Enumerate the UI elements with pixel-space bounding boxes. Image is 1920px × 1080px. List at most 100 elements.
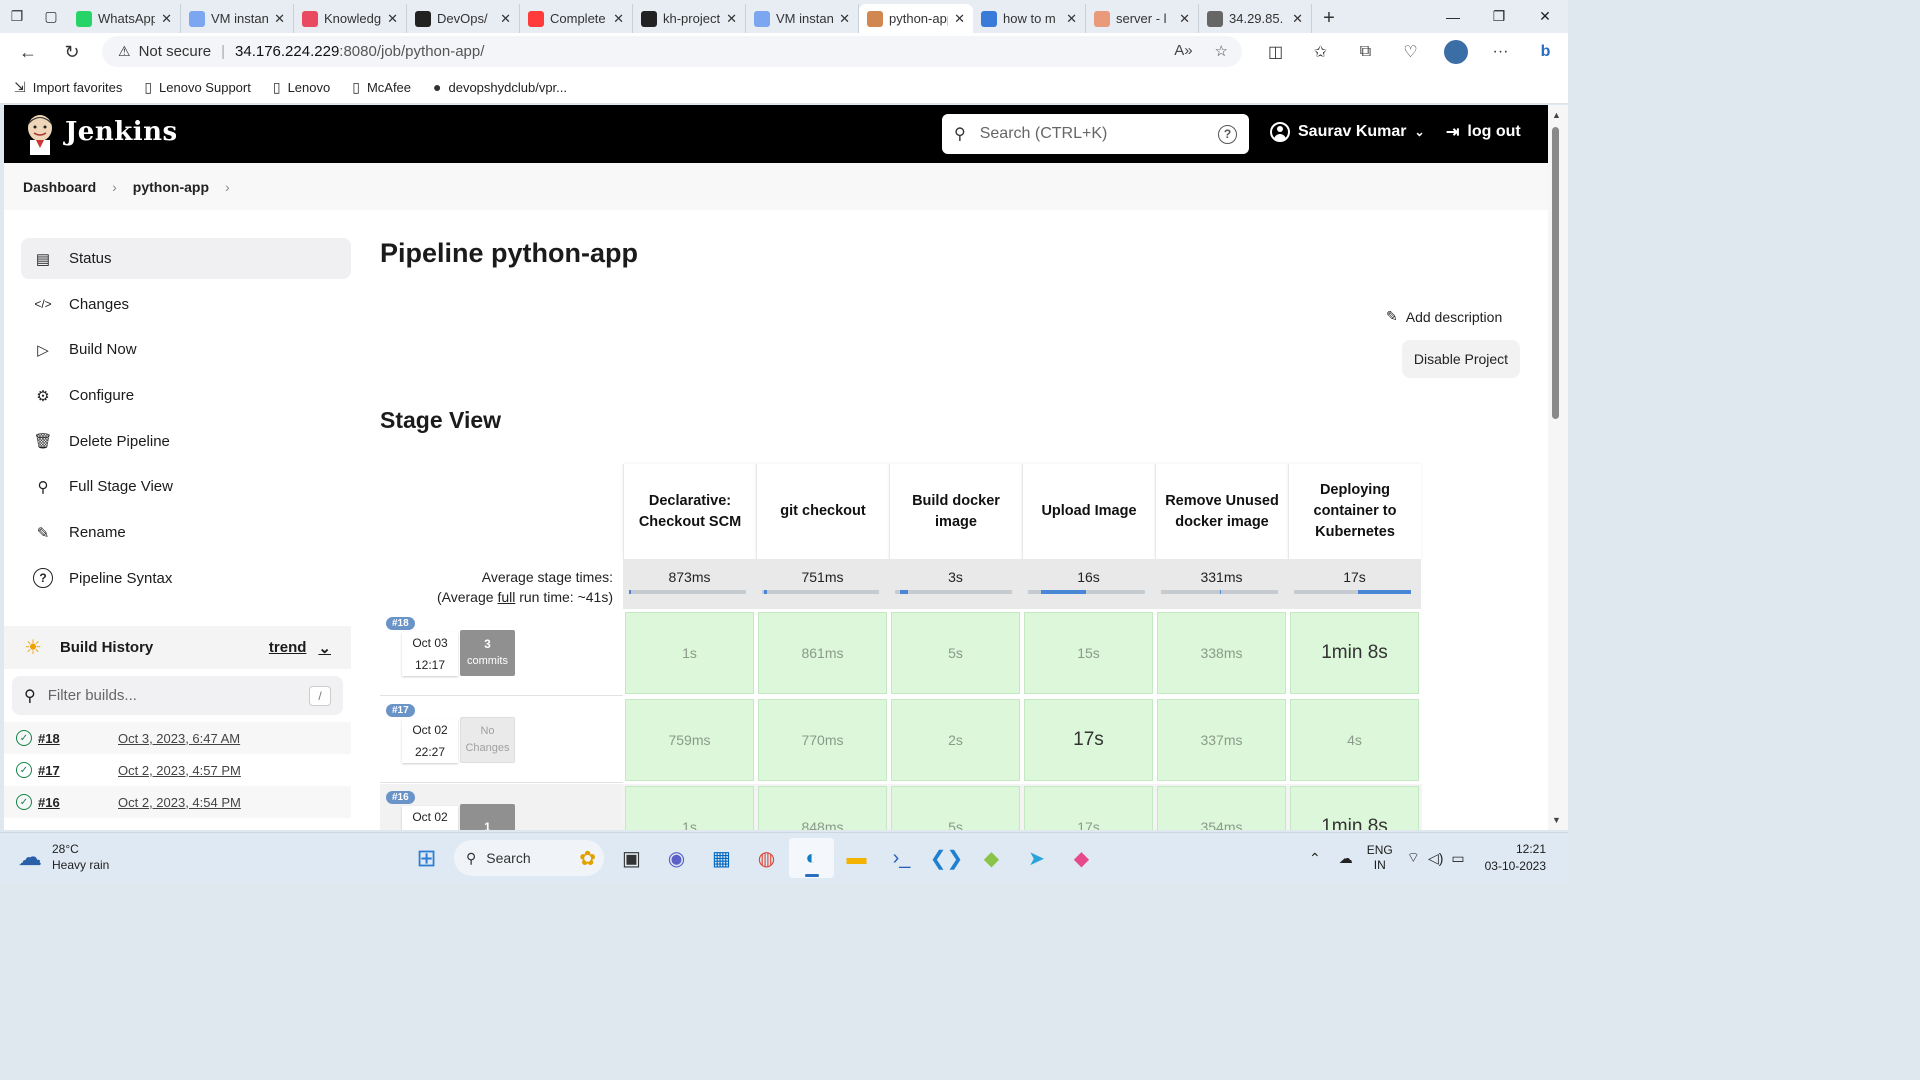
favorite-star-icon[interactable]: ☆: [1215, 42, 1228, 60]
user-menu[interactable]: Saurav Kumar ⌄: [1270, 122, 1425, 142]
more-menu-icon[interactable]: ···: [1478, 43, 1523, 61]
close-tab-icon[interactable]: ✕: [1179, 11, 1190, 27]
filter-builds-box[interactable]: ⚲ /: [12, 676, 343, 715]
back-button[interactable]: ←: [6, 33, 50, 71]
browser-tab[interactable]: how to m ✕: [973, 4, 1086, 33]
bookmark-lenovo-support[interactable]: ▯ Lenovo Support: [144, 79, 251, 96]
copilot-icon[interactable]: b: [1523, 43, 1568, 61]
browser-tab[interactable]: Knowledge ✕: [294, 4, 407, 33]
browser-tab[interactable]: VM instances ✕: [181, 4, 294, 33]
build-date-link[interactable]: Oct 3, 2023, 6:47 AM: [118, 731, 240, 746]
trend-link[interactable]: trend ⌄: [269, 639, 331, 657]
browser-tab[interactable]: kh-project ✕: [633, 4, 746, 33]
browser-tab[interactable]: 34.29.85. ✕: [1199, 4, 1312, 33]
browser-tab[interactable]: VM instances ✕: [746, 4, 859, 33]
stage-cell[interactable]: 1min 8s: [1288, 610, 1421, 696]
browser-tab[interactable]: DevOps/ ✕: [407, 4, 520, 33]
chevron-right-icon[interactable]: ›: [112, 179, 117, 195]
stage-cell[interactable]: 17s: [1022, 697, 1155, 783]
store-icon[interactable]: ▦: [699, 838, 744, 878]
minimize-button[interactable]: —: [1430, 0, 1476, 33]
task-view-icon[interactable]: ▣: [609, 838, 654, 878]
stage-cell[interactable]: 5s: [889, 784, 1022, 830]
scroll-down-icon[interactable]: ▼: [1552, 815, 1561, 825]
sidebar-item-configure[interactable]: ⚙ Configure: [21, 375, 351, 416]
split-screen-icon[interactable]: ◫: [1253, 42, 1298, 62]
clock[interactable]: 12:21 03-10-2023: [1485, 841, 1546, 875]
vscode-icon[interactable]: ❮❯: [924, 838, 969, 878]
url-field[interactable]: ⚠ Not secure | 34.176.224.229 :8080/job/…: [102, 36, 1242, 67]
chevron-right-icon[interactable]: ›: [225, 179, 230, 195]
file-explorer-icon[interactable]: ▬: [834, 838, 879, 878]
bookmark-import-favorites[interactable]: ⇲ Import favorites: [14, 79, 122, 96]
bookmark-mcafee[interactable]: ▯ McAfee: [352, 79, 411, 96]
build-number-link[interactable]: #18: [38, 731, 118, 746]
browser-tab[interactable]: python-app ✕: [859, 4, 973, 33]
stage-cell[interactable]: 1min 8s: [1288, 784, 1421, 830]
stage-cell[interactable]: 2s: [889, 697, 1022, 783]
run-badge[interactable]: #16: [386, 791, 415, 804]
jenkins-logo-icon[interactable]: [22, 113, 58, 155]
build-number-link[interactable]: #16: [38, 795, 118, 810]
run-changes[interactable]: 3 commits: [460, 630, 515, 676]
close-tab-icon[interactable]: ✕: [274, 11, 285, 27]
stage-cell[interactable]: 17s: [1022, 784, 1155, 830]
scrollbar-thumb[interactable]: [1552, 127, 1559, 419]
stage-cell[interactable]: 848ms: [756, 784, 889, 830]
close-tab-icon[interactable]: ✕: [954, 11, 965, 27]
build-number-link[interactable]: #17: [38, 763, 118, 778]
sidebar-item-pipeline-syntax[interactable]: ? Pipeline Syntax: [21, 558, 351, 599]
close-tab-icon[interactable]: ✕: [1292, 11, 1303, 27]
stage-cell[interactable]: 337ms: [1155, 697, 1288, 783]
browser-tab[interactable]: server - l ✕: [1086, 4, 1199, 33]
close-tab-icon[interactable]: ✕: [161, 11, 172, 27]
browser-tab[interactable]: Complete ✕: [520, 4, 633, 33]
sidebar-item-rename[interactable]: ✎ Rename: [21, 512, 351, 553]
page-scrollbar[interactable]: ▲ ▼: [1548, 105, 1568, 830]
edge-icon[interactable]: ◐: [789, 838, 834, 878]
sidebar-item-status[interactable]: ▤ Status: [21, 238, 351, 279]
stage-cell[interactable]: 15s: [1022, 610, 1155, 696]
new-tab-button[interactable]: +: [1312, 4, 1346, 33]
jenkins-search-input[interactable]: [979, 125, 1218, 143]
add-description-link[interactable]: ✎ Add description: [1386, 308, 1502, 325]
stage-cell[interactable]: 1s: [623, 784, 756, 830]
git-icon[interactable]: ◆: [969, 838, 1014, 878]
build-date-link[interactable]: Oct 2, 2023, 4:54 PM: [118, 795, 241, 810]
restore-button[interactable]: ❐: [1476, 0, 1522, 33]
sidebar-item-build-now[interactable]: ▷ Build Now: [21, 329, 351, 370]
start-button[interactable]: ⊞: [404, 838, 449, 878]
jenkins-title[interactable]: Jenkins: [65, 117, 178, 147]
workspaces-icon[interactable]: ❐: [0, 0, 34, 33]
stage-cell[interactable]: 1s: [623, 610, 756, 696]
close-window-button[interactable]: ✕: [1522, 0, 1568, 33]
favorites-icon[interactable]: ✩: [1298, 42, 1343, 62]
volume-icon[interactable]: ◁): [1428, 850, 1443, 867]
breadcrumb-dashboard[interactable]: Dashboard: [23, 179, 96, 195]
language-indicator[interactable]: ENG IN: [1367, 843, 1393, 873]
wifi-icon[interactable]: ⌔: [1407, 849, 1420, 867]
browser-tab[interactable]: WhatsApp ✕: [68, 4, 181, 33]
close-tab-icon[interactable]: ✕: [1066, 11, 1077, 27]
performance-icon[interactable]: ♡: [1388, 42, 1433, 62]
breadcrumb-python-app[interactable]: python-app: [133, 179, 209, 195]
weather-widget[interactable]: ☁ 28°C Heavy rain: [18, 841, 109, 873]
chrome-icon[interactable]: ◍: [744, 838, 789, 878]
collections-icon[interactable]: ⧉: [1343, 43, 1388, 61]
stage-cell[interactable]: 770ms: [756, 697, 889, 783]
logout-link[interactable]: ⇥ log out: [1446, 122, 1521, 142]
telegram-icon[interactable]: ➤: [1014, 838, 1059, 878]
meet-icon[interactable]: ◉: [654, 838, 699, 878]
close-tab-icon[interactable]: ✕: [387, 11, 398, 27]
profile-avatar[interactable]: [1433, 40, 1478, 64]
full-run-link[interactable]: full: [497, 589, 515, 605]
powershell-icon[interactable]: ›_: [879, 838, 924, 878]
filter-builds-input[interactable]: [47, 687, 297, 704]
sidebar-item-full-stage-view[interactable]: ⚲ Full Stage View: [21, 466, 351, 507]
read-aloud-icon[interactable]: A»: [1174, 42, 1192, 60]
stage-cell[interactable]: 759ms: [623, 697, 756, 783]
stage-cell[interactable]: 4s: [1288, 697, 1421, 783]
refresh-button[interactable]: ↻: [50, 33, 94, 71]
run-badge[interactable]: #17: [386, 704, 415, 717]
git-extension-icon[interactable]: ◆: [1059, 838, 1104, 878]
